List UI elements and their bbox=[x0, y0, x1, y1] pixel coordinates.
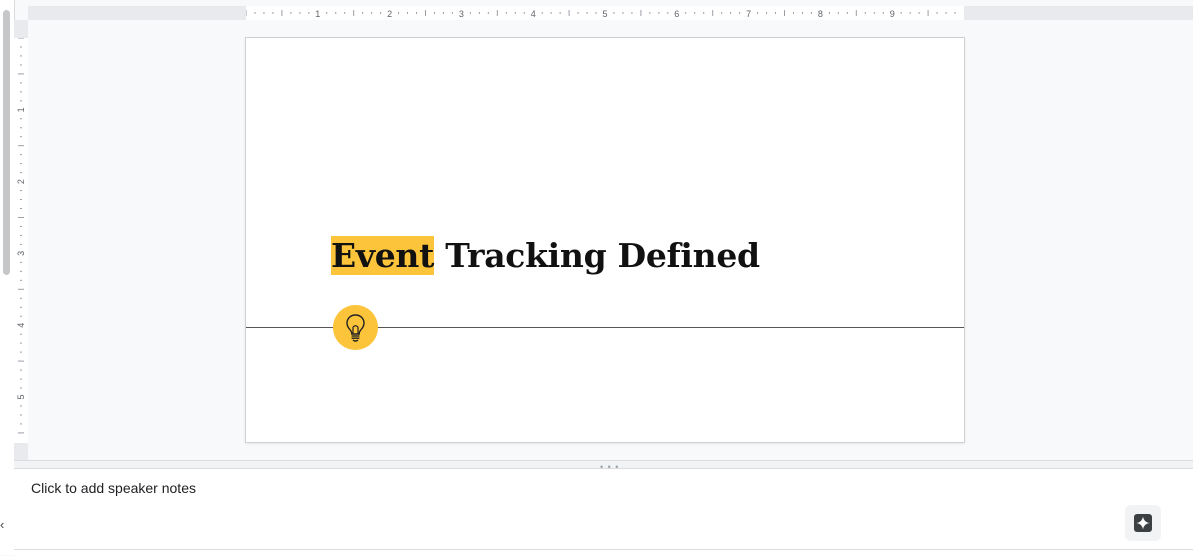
speaker-notes-panel[interactable]: Click to add speaker notes bbox=[14, 468, 1193, 556]
slide[interactable]: Event Tracking Defined bbox=[246, 38, 964, 442]
ruler-label-4: 4 bbox=[531, 9, 536, 19]
ruler-label-6: 6 bbox=[674, 9, 679, 19]
lightbulb-icon bbox=[346, 314, 365, 342]
ruler-label-4: 4 bbox=[16, 323, 26, 328]
horizontal-ruler[interactable]: 1 2 3 4 5 6 7 8 9 bbox=[245, 6, 964, 20]
ai-assist-button[interactable] bbox=[1125, 505, 1161, 541]
ruler-label-2: 2 bbox=[387, 9, 392, 19]
ruler-label-7: 7 bbox=[746, 9, 751, 19]
vertical-scrollbar[interactable]: ‹ bbox=[0, 0, 15, 555]
ruler-label-5: 5 bbox=[16, 394, 26, 399]
ruler-label-1: 1 bbox=[315, 9, 320, 19]
vertical-ruler-scale: 1 2 3 4 5 bbox=[16, 37, 26, 434]
ruler-label-3: 3 bbox=[459, 9, 464, 19]
ruler-label-1: 1 bbox=[16, 107, 26, 112]
bottom-border bbox=[14, 549, 1193, 550]
chevron-left-icon[interactable]: ‹ bbox=[0, 517, 4, 532]
ruler-label-9: 9 bbox=[890, 9, 895, 19]
vertical-ruler[interactable]: 1 2 3 4 5 bbox=[14, 37, 28, 443]
ruler-label-5: 5 bbox=[602, 9, 607, 19]
scrollbar-thumb[interactable] bbox=[3, 10, 10, 275]
speaker-notes-placeholder[interactable]: Click to add speaker notes bbox=[31, 480, 196, 496]
ruler-label-2: 2 bbox=[16, 179, 26, 184]
sparkle-icon bbox=[1134, 514, 1152, 532]
ruler-label-8: 8 bbox=[818, 9, 823, 19]
title-highlight-word: Event bbox=[331, 236, 435, 275]
horizontal-ruler-scale: 1 2 3 4 5 6 7 8 9 bbox=[245, 9, 956, 19]
title-text: Tracking Defined bbox=[434, 236, 760, 275]
lightbulb-badge[interactable] bbox=[333, 305, 378, 350]
ruler-label-3: 3 bbox=[16, 251, 26, 256]
slide-title[interactable]: Event Tracking Defined bbox=[331, 236, 760, 275]
